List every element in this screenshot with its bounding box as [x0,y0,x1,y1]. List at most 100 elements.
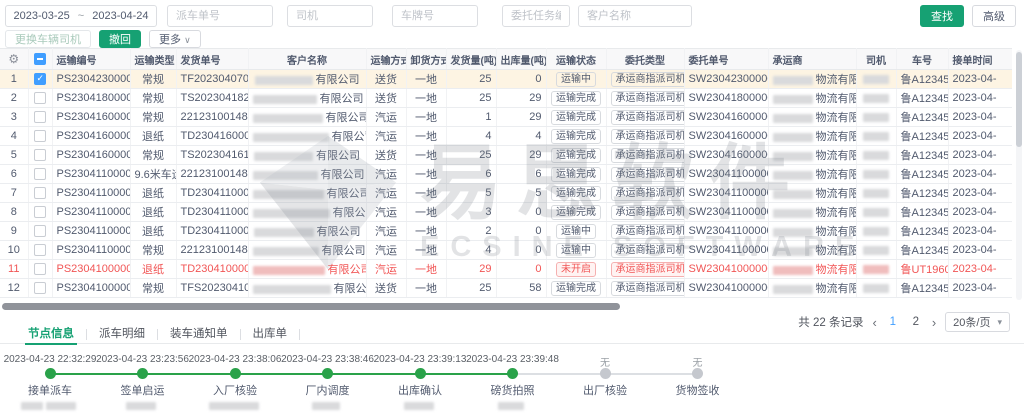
next-page-button[interactable]: › [932,315,936,330]
cell-cno: SW230411000006 [684,165,768,184]
toolbar: 更换车辆司机 撤回 更多 ∨ [5,30,201,48]
cell-idx: 8 [0,203,28,222]
cell-time: 2023-04- [948,222,1012,241]
redacted-driver-name [863,75,889,84]
table-row[interactable]: 8PS230411000003退纸TD230411000008有限公司汽运一地3… [0,203,1012,222]
horizontal-scrollbar-thumb[interactable] [2,303,620,310]
plate-no-input[interactable] [392,5,478,27]
commission-type-badge: 承运商指派司机 [611,243,685,258]
gear-icon[interactable]: ⚙ [8,52,19,66]
row-checkbox[interactable] [34,130,46,142]
node-timeline: 2023-04-23 22:32:29接单派车2023-04-23 23:23:… [0,350,1024,416]
page-size-select[interactable]: 20条/页 ▾ [945,312,1010,332]
row-checkbox[interactable] [34,73,46,85]
more-button[interactable]: 更多 ∨ [149,30,201,48]
table-row[interactable]: 4PS230416000006退纸TD230416000002有限公司汽运一地4… [0,127,1012,146]
customer-suffix: 有限公司 [326,112,367,124]
row-checkbox[interactable] [34,282,46,294]
cell-driver [856,165,896,184]
row-checkbox[interactable] [34,149,46,161]
cell-oq: 0 [496,241,546,260]
cell-check [28,260,52,279]
tab-1[interactable]: 派车明细 [87,325,157,344]
search-button[interactable]: 查找 [920,5,964,27]
transport-status-badge: 运输完成 [551,186,601,201]
cell-plate: 鲁A12345 [896,146,948,165]
cell-tno: PS230410000006 [52,260,130,279]
cell-check [28,184,52,203]
cell-carrier: 物流有限公司 [768,70,856,89]
table-row[interactable]: 7PS230411000004退纸TD230411000009有限公司汽运一地5… [0,184,1012,203]
date-range-picker[interactable]: 2023-03-25 ~ 2023-04-24 [5,5,157,27]
table-row[interactable]: 12PS230410000004常规TFS202304102203有限公司送货一… [0,279,1012,298]
tab-2[interactable]: 装车通知单 [158,325,240,344]
cell-unload: 一地 [406,260,446,279]
carrier-suffix: 物流有限公司 [816,131,857,143]
table-row[interactable]: 2PS230418000001常规TS202304182114有限公司送货一地2… [0,89,1012,108]
cell-customer: 有限公司 [248,108,366,127]
carrier-suffix: 物流有限公司 [816,93,857,105]
customer-name-input[interactable] [578,5,692,27]
cell-customer: 有限公司 [248,146,366,165]
cell-tno: PS230411000003 [52,203,130,222]
table-row[interactable]: 5PS230416000004常规TS202304161109有限公司送货一地2… [0,146,1012,165]
prev-page-button[interactable]: ‹ [872,315,876,330]
cell-idx: 1 [0,70,28,89]
customer-suffix: 有限公司 [327,188,367,200]
cell-tno: PS230411000002 [52,222,130,241]
page-number-2[interactable]: 2 [909,316,923,328]
cell-unload: 一地 [406,165,446,184]
cell-unload: 一地 [406,203,446,222]
cell-customer: 有限公司 [248,222,366,241]
row-checkbox[interactable] [34,225,46,237]
cell-carrier: 物流有限公司 [768,108,856,127]
cell-oq: 58 [496,279,546,298]
table-row[interactable]: 11PS230410000006退纸TD230410000009有限公司汽运一地… [0,260,1012,279]
table-row[interactable]: 9PS230411000002退纸TD230411000007有限公司汽运一地2… [0,222,1012,241]
dispatch-no-input[interactable] [167,5,273,27]
table-row[interactable]: 1PS230423000002常规TF20230407001有限公司送货一地25… [0,70,1012,89]
commission-type-badge: 承运商指派司机 [611,110,685,125]
select-all-checkbox[interactable] [34,53,46,65]
carrier-suffix: 物流有限公司 [816,112,857,124]
cell-method: 汽运 [366,108,406,127]
change-vehicle-driver-button[interactable]: 更换车辆司机 [5,30,91,48]
cell-ctype: 承运商指派司机 [606,70,684,89]
transport-status-badge: 运输完成 [551,110,601,125]
withdraw-button[interactable]: 撤回 [99,30,141,48]
advanced-button[interactable]: 高级 [972,5,1016,27]
cell-check [28,89,52,108]
cell-oq: 0 [496,70,546,89]
row-checkbox[interactable] [34,92,46,104]
commission-type-badge: 承运商指派司机 [611,167,685,182]
table-row[interactable]: 6PS2304110000059.6米车运输22123100148676有限公司… [0,165,1012,184]
transport-table-wrap: ⚙运输编号运输类型发货单号客户名称运输方式卸货方式发货量(吨)出库量(吨)运输状… [0,48,1012,303]
row-checkbox[interactable] [34,263,46,275]
vertical-scrollbar-thumb[interactable] [1016,52,1022,147]
row-checkbox[interactable] [34,206,46,218]
cell-status: 运输中 [546,222,606,241]
driver-input[interactable] [287,5,373,27]
redacted-customer-name [253,171,318,180]
cell-time: 2023-04- [948,89,1012,108]
cell-tno: PS230411000005 [52,165,130,184]
col-header-tno: 运输编号 [52,49,130,70]
cell-time: 2023-04- [948,70,1012,89]
cell-sq: 29 [446,260,496,279]
timeline-node-dot [322,368,333,379]
cell-oq: 4 [496,127,546,146]
row-checkbox[interactable] [34,168,46,180]
page-number-1[interactable]: 1 [886,316,900,328]
row-checkbox[interactable] [34,187,46,199]
cell-sq: 25 [446,279,496,298]
tab-3[interactable]: 出库单 [241,325,300,344]
table-row[interactable]: 3PS230416000007常规22123100148673有限公司汽运一地1… [0,108,1012,127]
row-checkbox[interactable] [34,111,46,123]
cell-method: 送货 [366,70,406,89]
task-no-input[interactable] [502,5,570,27]
cell-method: 汽运 [366,165,406,184]
tab-0[interactable]: 节点信息 [16,325,86,344]
table-row[interactable]: 10PS230411000001常规22123100148677有限公司汽运一地… [0,241,1012,260]
cell-customer: 有限公司 [248,127,366,146]
row-checkbox[interactable] [34,244,46,256]
